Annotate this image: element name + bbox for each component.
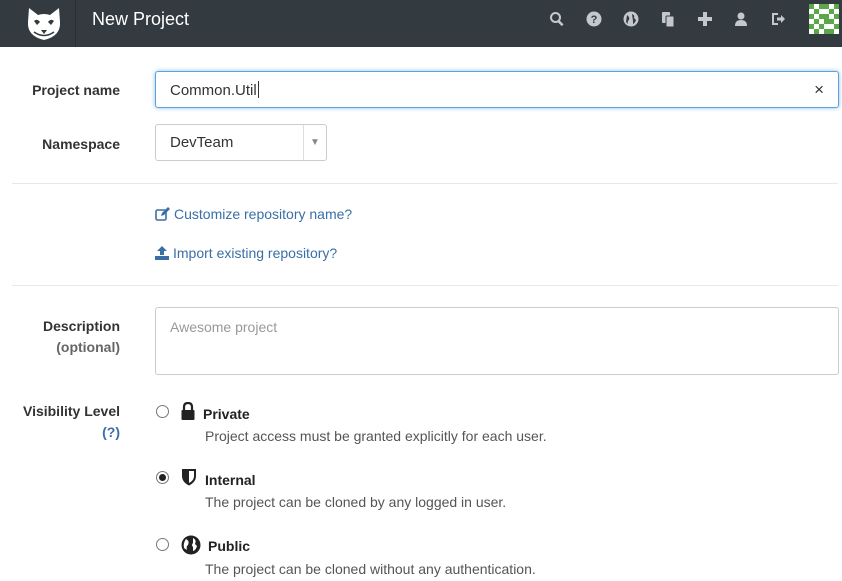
namespace-label: Namespace [42,136,120,152]
divider [12,183,838,184]
namespace-value: DevTeam [170,134,234,151]
avatar[interactable] [809,4,839,34]
customize-repo-link[interactable]: Customize repository name? [155,206,352,222]
visibility-help-link[interactable]: (?) [0,422,120,443]
visibility-title-internal: Internal [205,472,256,488]
radio-private[interactable] [156,405,169,418]
chevron-down-icon: ▼ [303,125,326,160]
namespace-select[interactable]: DevTeam ▼ [155,124,327,161]
globe-icon [181,535,201,560]
upload-icon [155,246,169,260]
search-icon[interactable] [546,9,568,29]
lock-icon [181,401,195,425]
radio-public[interactable] [156,538,169,551]
edit-icon [155,207,170,221]
visibility-level-label: Visibility Level (?) [0,401,120,443]
divider [12,285,838,286]
top-navbar: New Project ? [0,0,842,47]
optional-label: (optional) [56,339,120,355]
svg-text:?: ? [591,14,598,26]
visibility-title-public: Public [208,538,251,554]
visibility-title-private: Private [203,406,250,422]
description-label: Description (optional) [0,316,120,358]
help-icon[interactable]: ? [583,9,605,29]
project-name-input[interactable]: Common.Util × [155,71,839,108]
shield-icon [181,468,197,491]
visibility-desc-public: The project can be cloned without any au… [205,561,536,577]
user-icon[interactable] [730,9,752,29]
description-textarea[interactable]: Awesome project [155,307,839,375]
copy-icon[interactable] [657,9,679,29]
sign-out-icon[interactable] [767,9,789,29]
plus-icon[interactable] [694,9,716,29]
globe-icon[interactable] [620,9,642,29]
description-placeholder: Awesome project [170,319,278,335]
project-name-value: Common.Util [170,81,259,99]
import-repo-link[interactable]: Import existing repository? [155,245,337,261]
visibility-desc-internal: The project can be cloned by any logged … [205,494,507,510]
fox-logo-icon [27,7,61,40]
clear-input-icon[interactable]: × [814,80,824,100]
radio-internal[interactable] [156,471,169,484]
project-name-label: Project name [32,82,120,98]
page-title: New Project [92,9,190,29]
visibility-desc-private: Project access must be granted explicitl… [205,428,547,444]
gitlab-logo[interactable] [13,0,76,47]
